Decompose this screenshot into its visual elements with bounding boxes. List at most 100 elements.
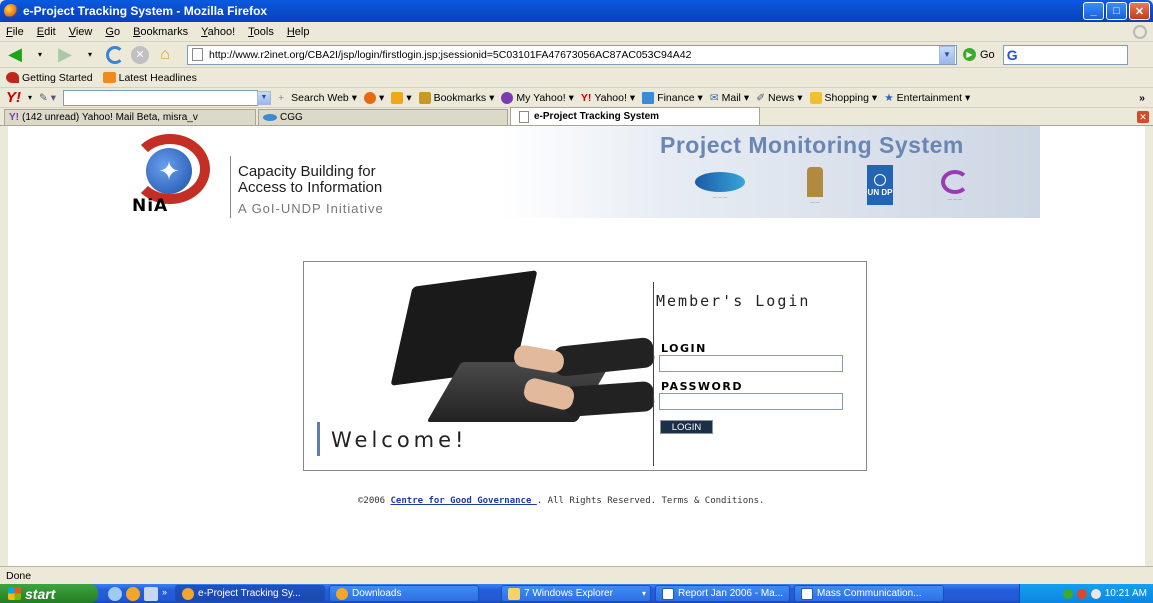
menu-view[interactable]: View xyxy=(69,26,93,38)
item-label: Bookmarks xyxy=(433,91,487,104)
menu-help[interactable]: Help xyxy=(287,26,310,38)
menu-yahoo[interactable]: Yahoo! xyxy=(201,26,235,38)
security-icon[interactable] xyxy=(1076,588,1087,599)
tab-yahoo-mail[interactable]: Y! (142 unread) Yahoo! Mail Beta, misra_… xyxy=(4,109,256,125)
menu-go[interactable]: Go xyxy=(105,26,120,38)
bookmark-latest-headlines[interactable]: Latest Headlines xyxy=(102,71,197,84)
item-label: Shopping xyxy=(824,91,869,104)
forward-dropdown-icon[interactable]: ▾ xyxy=(79,45,101,65)
tab-cgg[interactable]: CGG xyxy=(258,109,508,125)
tab-e-project[interactable]: e-Project Tracking System xyxy=(510,107,760,125)
task-e-project[interactable]: e-Project Tracking Sy... xyxy=(175,585,326,602)
yahoo-menu-dropdown-icon[interactable]: ▾ xyxy=(28,93,32,102)
window-title: e-Project Tracking System - Mozilla Fire… xyxy=(23,4,268,18)
word-doc-icon xyxy=(662,587,675,600)
firefox-icon xyxy=(182,587,195,600)
yahoo-news[interactable]: ✐ News ▾ xyxy=(756,92,802,104)
menu-file[interactable]: File xyxy=(6,26,24,38)
task-downloads[interactable]: Downloads xyxy=(329,585,480,602)
reload-button[interactable] xyxy=(104,45,126,65)
org-name: Capacity Building for Access to Informat… xyxy=(238,164,382,196)
forward-arrow-icon[interactable]: ▶ xyxy=(54,44,76,65)
minimize-button[interactable]: _ xyxy=(1083,2,1104,20)
home-icon xyxy=(391,91,404,104)
page-scrollbar[interactable] xyxy=(1145,126,1153,566)
task-report[interactable]: Report Jan 2006 - Ma... xyxy=(655,585,791,602)
go-label: Go xyxy=(980,48,995,61)
close-tab-icon[interactable]: ✕ xyxy=(1137,111,1149,123)
title-bar: e-Project Tracking System - Mozilla Fire… xyxy=(0,0,1153,22)
start-button[interactable]: start xyxy=(0,584,98,603)
go-button[interactable]: ▶ Go xyxy=(963,48,995,61)
menu-edit[interactable]: Edit xyxy=(37,26,56,38)
back-arrow-icon[interactable]: ◀ xyxy=(4,44,26,65)
arm-upper xyxy=(552,336,656,378)
yahoo-yahoo[interactable]: Y! Yahoo! ▾ xyxy=(581,92,635,104)
yahoo-bookmarks[interactable]: Bookmarks ▾ xyxy=(418,91,494,104)
search-engine-icon: G xyxy=(1006,46,1018,63)
header-banner: ✦ NiA Capacity Building for Access to In… xyxy=(120,126,1040,218)
password-input[interactable] xyxy=(659,393,843,410)
go-icon: ▶ xyxy=(963,48,976,61)
yahoo-logo[interactable]: Y! xyxy=(6,89,21,106)
back-dropdown-icon[interactable]: ▾ xyxy=(29,45,51,65)
getting-started-icon xyxy=(6,72,19,84)
menu-bookmarks[interactable]: Bookmarks xyxy=(133,26,188,38)
cgg-link[interactable]: Centre for Good Governance xyxy=(391,496,537,506)
cgg-logo-caption: — — — xyxy=(712,193,728,199)
yahoo-search-dropdown-icon[interactable]: ▼ xyxy=(257,90,272,105)
close-button[interactable]: ✕ xyxy=(1129,2,1150,20)
toolbar-overflow-icon[interactable]: » xyxy=(1139,92,1145,104)
welcome-accent xyxy=(317,422,320,456)
password-label: PASSWORD xyxy=(661,380,744,393)
url-dropdown-icon[interactable]: ▼ xyxy=(939,45,955,64)
bookmark-getting-started[interactable]: Getting Started xyxy=(6,72,93,84)
pencil-icon[interactable]: ✎ ▾ xyxy=(39,92,56,104)
login-button[interactable]: LOGIN xyxy=(660,420,713,434)
yahoo-my-yahoo[interactable]: My Yahoo! ▾ xyxy=(501,91,574,104)
network-icon[interactable] xyxy=(1062,588,1073,599)
finance-icon xyxy=(642,91,655,104)
windows-logo-icon xyxy=(8,587,21,600)
highlight-icon xyxy=(364,91,377,104)
emblem-caption: — — xyxy=(810,198,820,204)
ie-icon[interactable] xyxy=(108,586,122,601)
stop-button[interactable]: ✕ xyxy=(129,45,151,65)
rss-icon xyxy=(102,72,116,84)
yahoo-home-button[interactable]: ▾ xyxy=(391,91,412,104)
reload-icon xyxy=(106,45,124,64)
shopping-icon xyxy=(809,91,822,104)
bookmarks-toolbar: Getting Started Latest Headlines xyxy=(0,68,1153,88)
item-label: Entertainment xyxy=(896,91,962,104)
firefox-icon xyxy=(336,587,349,600)
maximize-button[interactable]: □ xyxy=(1106,2,1127,20)
yahoo-search-web[interactable]: Search Web ▾ xyxy=(291,92,357,104)
menu-tools[interactable]: Tools xyxy=(248,26,274,38)
firefox-icon[interactable] xyxy=(126,586,140,601)
task-windows-explorer[interactable]: 7 Windows Explorer ▾ xyxy=(501,585,652,602)
desktop-icon[interactable] xyxy=(144,586,158,601)
star-icon: ★ xyxy=(884,91,894,104)
clock[interactable]: 10:21 AM xyxy=(1105,588,1147,599)
task-label: Downloads xyxy=(352,588,402,599)
yahoo-shopping[interactable]: Shopping ▾ xyxy=(809,91,877,104)
undp-text: UN DP xyxy=(867,187,893,197)
yahoo-entertainment[interactable]: ★ Entertainment ▾ xyxy=(884,92,970,104)
volume-icon[interactable] xyxy=(1090,588,1101,599)
quick-launch-overflow-icon[interactable]: » xyxy=(162,587,167,601)
home-icon[interactable]: ⌂ xyxy=(154,45,176,65)
yahoo-mail[interactable]: ✉ Mail ▾ xyxy=(710,92,749,104)
yahoo-finance[interactable]: Finance ▾ xyxy=(642,91,703,104)
task-mass-communication[interactable]: Mass Communication... xyxy=(794,585,945,602)
bookmark-label: Latest Headlines xyxy=(118,71,197,84)
firefox-icon xyxy=(4,4,18,18)
login-input[interactable] xyxy=(659,355,843,372)
yahoo-search-input[interactable] xyxy=(63,89,259,106)
yahoo-highlight-button[interactable]: ▾ xyxy=(364,91,384,104)
search-box[interactable]: G xyxy=(1002,44,1128,65)
login-heading: Member's Login xyxy=(656,292,811,310)
login-divider xyxy=(653,282,654,466)
un-globe-icon xyxy=(874,173,886,186)
taskbar: start » e-Project Tracking Sy... Downloa… xyxy=(0,584,1153,603)
address-bar[interactable]: http://www.r2inet.org/CBA2I/jsp/login/fi… xyxy=(187,44,957,65)
